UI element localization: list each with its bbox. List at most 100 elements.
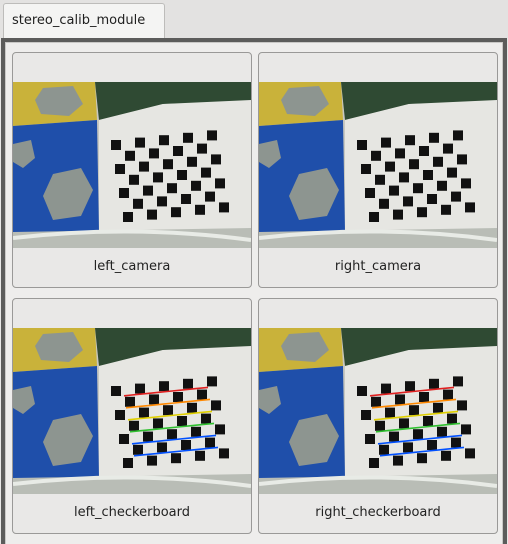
tab-stereo-calib-module[interactable]: stereo_calib_module bbox=[3, 3, 165, 38]
checker-square bbox=[219, 448, 229, 459]
checker-square bbox=[163, 159, 173, 170]
checker-square bbox=[417, 207, 427, 218]
checker-square bbox=[147, 209, 157, 220]
checker-square bbox=[461, 424, 471, 435]
checker-square bbox=[451, 191, 461, 202]
checker-square bbox=[201, 413, 211, 424]
checker-square bbox=[125, 150, 135, 161]
checker-square bbox=[403, 196, 413, 207]
checker-square bbox=[361, 410, 371, 420]
left-checkerboard-label: left_checkerboard bbox=[73, 505, 191, 520]
checker-square bbox=[381, 383, 391, 394]
checker-square bbox=[167, 183, 177, 194]
checker-square bbox=[123, 458, 133, 468]
left-camera-image bbox=[13, 82, 251, 248]
checker-square bbox=[365, 434, 375, 444]
checker-square bbox=[191, 180, 201, 191]
checker-square bbox=[211, 400, 221, 411]
checker-square bbox=[393, 455, 403, 466]
camera-scene bbox=[13, 328, 251, 494]
checker-square bbox=[115, 410, 125, 420]
checker-square bbox=[197, 389, 207, 400]
checker-square bbox=[389, 185, 399, 196]
checker-square bbox=[405, 381, 415, 392]
checker-square bbox=[201, 167, 211, 178]
checker-square bbox=[451, 437, 461, 448]
checker-square bbox=[153, 172, 163, 183]
checker-square bbox=[379, 198, 389, 209]
left-camera-panel: left_camera bbox=[12, 52, 252, 288]
checker-square bbox=[207, 376, 217, 387]
checker-square bbox=[385, 407, 395, 418]
checker-square bbox=[139, 161, 149, 172]
checker-square bbox=[465, 448, 475, 459]
checker-square bbox=[111, 386, 121, 396]
checker-square bbox=[177, 416, 187, 426]
checker-square bbox=[369, 212, 379, 222]
checker-square bbox=[125, 396, 135, 407]
checker-square bbox=[171, 453, 181, 464]
checker-square bbox=[437, 426, 447, 437]
checker-square bbox=[149, 394, 159, 405]
tab-bar: stereo_calib_module bbox=[0, 0, 508, 38]
checker-square bbox=[395, 148, 405, 159]
checker-square bbox=[433, 402, 443, 413]
checker-square bbox=[427, 194, 437, 204]
camera-scene bbox=[259, 328, 497, 494]
right-checkerboard-label: right_checkerboard bbox=[315, 505, 441, 520]
checker-square bbox=[111, 140, 121, 150]
checker-square bbox=[115, 164, 125, 174]
checker-square bbox=[135, 383, 145, 394]
checker-square bbox=[443, 143, 453, 154]
checker-square bbox=[143, 431, 153, 442]
checker-square bbox=[395, 394, 405, 405]
checker-square bbox=[369, 458, 379, 468]
left-checkerboard-image bbox=[13, 328, 251, 494]
checker-square bbox=[147, 455, 157, 466]
checker-square bbox=[183, 132, 193, 143]
checker-square bbox=[129, 174, 139, 185]
checker-square bbox=[365, 188, 375, 198]
checker-square bbox=[419, 146, 429, 156]
checker-square bbox=[157, 196, 167, 207]
checker-square bbox=[143, 185, 153, 196]
left-camera-label: left_camera bbox=[93, 259, 171, 274]
checker-square bbox=[453, 376, 463, 387]
checker-square bbox=[357, 140, 367, 150]
checker-square bbox=[181, 194, 191, 204]
right-camera-image bbox=[259, 82, 497, 248]
checker-square bbox=[423, 170, 433, 180]
checker-square bbox=[163, 405, 173, 416]
checker-square bbox=[413, 183, 423, 194]
checker-square bbox=[133, 444, 143, 455]
checker-square bbox=[441, 204, 451, 215]
checker-square bbox=[157, 442, 167, 453]
checker-square bbox=[457, 400, 467, 411]
checker-square bbox=[375, 420, 385, 431]
checker-square bbox=[465, 202, 475, 213]
checker-square bbox=[461, 178, 471, 189]
checker-square bbox=[379, 444, 389, 455]
checker-square bbox=[219, 202, 229, 213]
checker-square bbox=[393, 209, 403, 220]
checker-square bbox=[371, 150, 381, 161]
checker-square bbox=[177, 170, 187, 180]
checker-square bbox=[119, 434, 129, 444]
checker-square bbox=[159, 381, 169, 392]
checker-square bbox=[173, 392, 183, 402]
checker-square bbox=[447, 167, 457, 178]
checker-square bbox=[453, 130, 463, 141]
checker-square bbox=[173, 146, 183, 156]
checker-square bbox=[447, 413, 457, 424]
checker-square bbox=[417, 453, 427, 464]
checker-square bbox=[119, 188, 129, 198]
checker-square bbox=[135, 137, 145, 148]
checker-square bbox=[139, 407, 149, 418]
checker-square bbox=[457, 154, 467, 165]
checker-square bbox=[437, 180, 447, 191]
checker-square bbox=[171, 207, 181, 218]
checker-square bbox=[405, 135, 415, 146]
checker-square bbox=[153, 418, 163, 429]
checker-square bbox=[215, 424, 225, 435]
checker-square bbox=[381, 137, 391, 148]
